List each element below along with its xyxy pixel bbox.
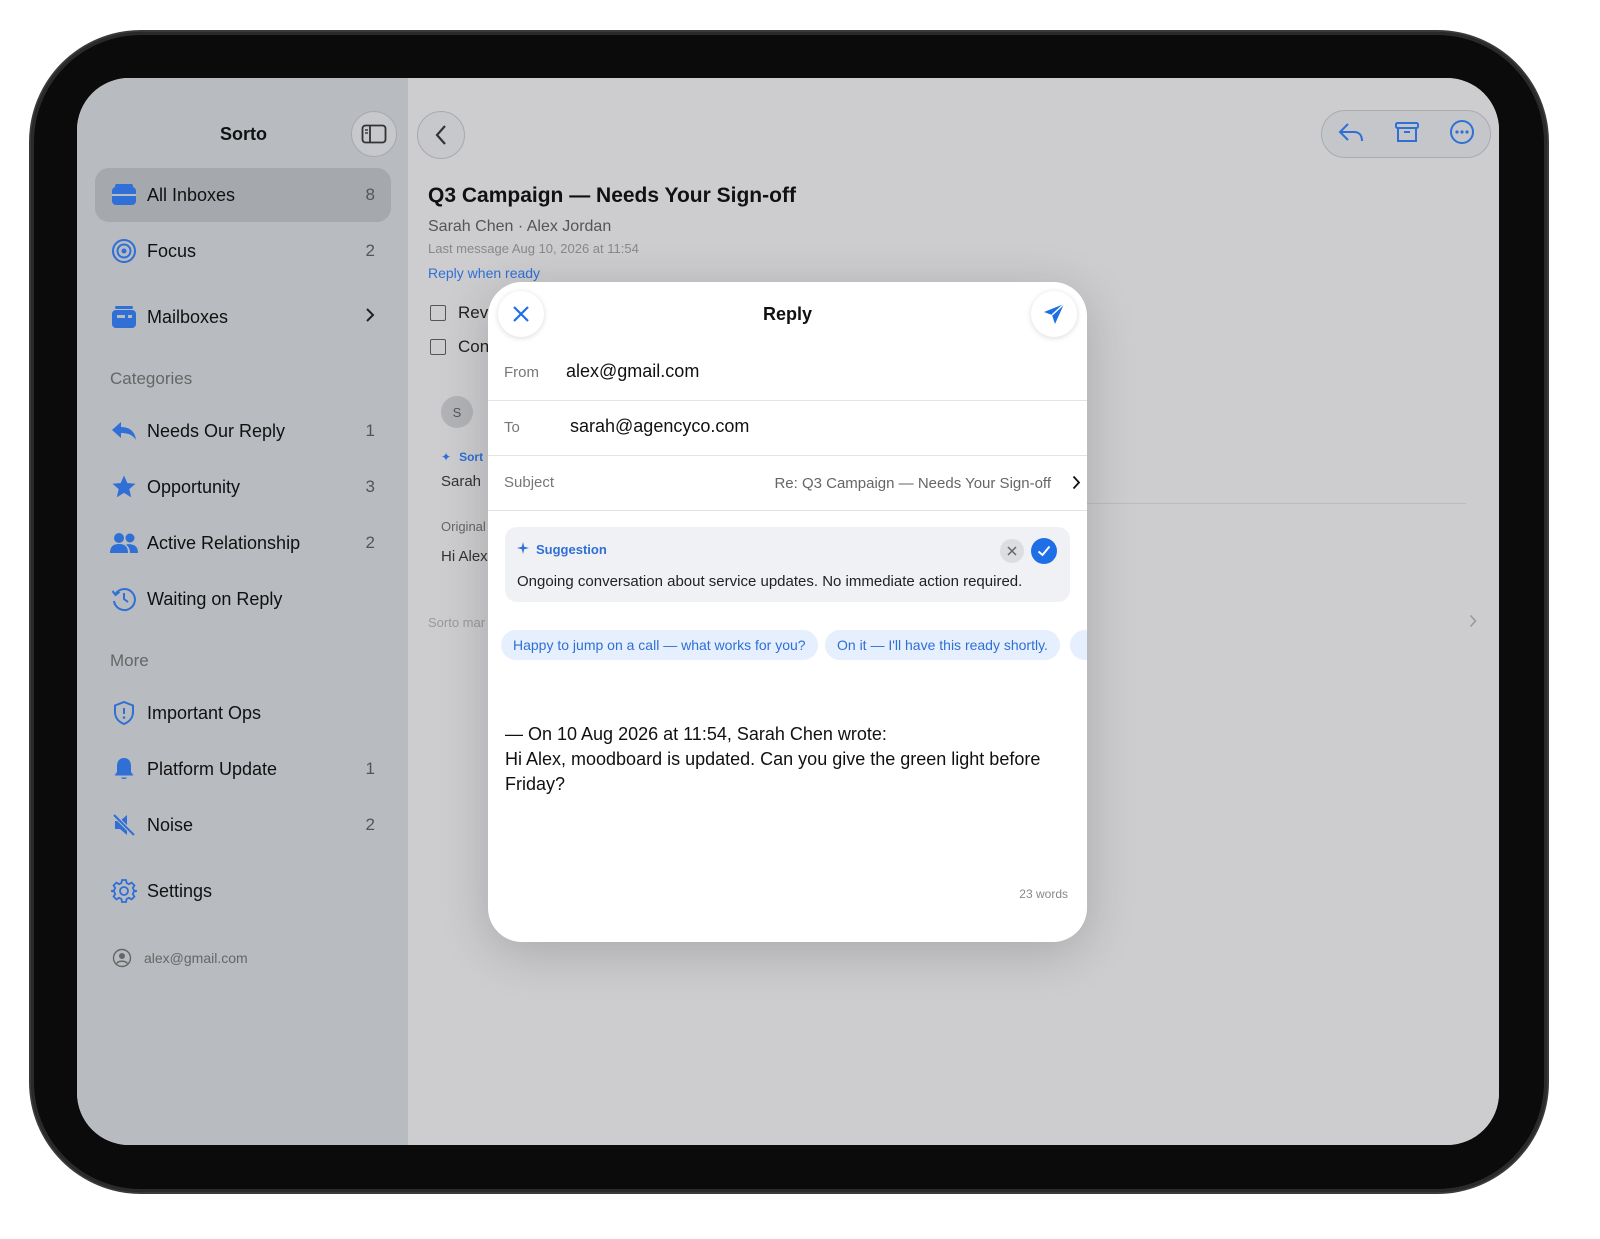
message-preview: Hi Alex,	[441, 548, 492, 565]
sidebar-item-mailboxes[interactable]: Mailboxes	[95, 290, 391, 344]
sidebar-item-settings[interactable]: Settings	[95, 864, 391, 918]
quick-reply-chip[interactable]: On it — I'll have this ready shortly.	[825, 630, 1060, 660]
more-options-button[interactable]	[1449, 119, 1475, 150]
ellipsis-circle-icon	[1450, 119, 1475, 144]
archive-icon	[1394, 121, 1419, 142]
sidebar-item-active-relationship[interactable]: Active Relationship 2	[95, 516, 391, 570]
suggestion-card: Suggestion Ongoing conversation about se…	[505, 527, 1070, 602]
suggestion-header: Suggestion	[517, 542, 607, 557]
thread-toolbar	[1321, 110, 1491, 158]
quote-body: Hi Alex, moodboard is updated. Can you g…	[505, 749, 1041, 794]
sidebar-item-waiting-on-reply[interactable]: Waiting on Reply	[95, 572, 391, 626]
send-button[interactable]	[1031, 291, 1077, 337]
archive-button[interactable]	[1394, 120, 1420, 149]
mailbox-icon	[109, 302, 139, 332]
task-checkbox[interactable]	[430, 339, 446, 355]
thread-last-message: Last message Aug 10, 2026 at 11:54	[428, 241, 639, 256]
subject-value: Re: Q3 Campaign — Needs Your Sign-off	[774, 475, 1051, 492]
thread-title: Q3 Campaign — Needs Your Sign-off	[428, 184, 796, 207]
sidebar-item-platform-update[interactable]: Platform Update 1	[95, 742, 391, 796]
subject-field[interactable]: Subject Re: Q3 Campaign — Needs Your Sig…	[488, 456, 1087, 511]
to-value: sarah@agencyco.com	[570, 416, 750, 436]
original-label: Original	[441, 519, 486, 534]
reply-arrow-icon	[1338, 122, 1363, 141]
reply-toolbar-button[interactable]	[1337, 120, 1365, 149]
thread-participants: Sarah Chen · Alex Jordan	[428, 218, 612, 235]
sidebar: Sorto All Inboxes 8 Focus 2 Mailboxes Ca…	[77, 78, 408, 1145]
message-sender: Sarah	[441, 473, 482, 490]
to-label: To	[504, 419, 520, 436]
subject-label: Subject	[504, 474, 555, 491]
sidebar-item-noise[interactable]: Noise 2	[95, 798, 391, 852]
person-circle-icon	[110, 946, 134, 970]
thread-status-link[interactable]: Reply when ready	[428, 265, 540, 281]
task-label: Con	[458, 337, 490, 356]
gear-icon	[109, 876, 139, 906]
from-label: From	[504, 364, 539, 381]
chevron-right-icon[interactable]	[1469, 614, 1477, 633]
dismiss-suggestion-button[interactable]	[1000, 539, 1024, 563]
star-icon	[109, 472, 139, 502]
sheet-title: Reply	[762, 304, 813, 324]
from-field[interactable]: From alex@gmail.com	[488, 346, 1087, 401]
speaker-mute-icon	[109, 810, 139, 840]
sidebar-item-opportunity[interactable]: Opportunity 3	[95, 460, 391, 514]
categories-header: Categories	[110, 369, 193, 388]
sidebar-item-important-ops[interactable]: Important Ops	[95, 686, 391, 740]
task-checkbox[interactable]	[430, 305, 446, 321]
word-count: 23 words	[1019, 887, 1068, 901]
app-title: Sorto	[220, 124, 267, 144]
suggestion-text: Ongoing conversation about service updat…	[517, 573, 1023, 590]
sidebar-item-focus[interactable]: Focus 2	[95, 224, 391, 278]
reply-sheet: Reply From alex@gmail.com To sarah@agenc…	[488, 282, 1087, 942]
app-screen: Sorto All Inboxes 8 Focus 2 Mailboxes Ca…	[77, 78, 1499, 1145]
account-email: alex@gmail.com	[144, 950, 248, 966]
task-label: Rev	[458, 303, 489, 322]
chevron-left-icon	[435, 125, 446, 145]
reply-icon	[109, 416, 139, 446]
back-button[interactable]	[417, 111, 465, 159]
sidebar-icon	[361, 124, 387, 144]
sparkle-icon	[517, 542, 529, 557]
toggle-sidebar-button[interactable]	[351, 111, 397, 157]
paper-plane-icon	[1044, 303, 1065, 324]
account-row[interactable]: alex@gmail.com	[110, 946, 248, 970]
to-field[interactable]: To sarah@agencyco.com	[488, 401, 1087, 456]
target-icon	[109, 236, 139, 266]
sorto-tag: ✦ Sort	[441, 450, 484, 464]
quote-header: — On 10 Aug 2026 at 11:54, Sarah Chen wr…	[505, 724, 887, 744]
quick-reply-chip-overflow[interactable]	[1070, 630, 1087, 660]
people-icon	[109, 528, 139, 558]
bell-icon	[109, 754, 139, 784]
footer-text: Sorto mar	[428, 615, 486, 630]
more-header: More	[110, 651, 149, 670]
quoted-message[interactable]: — On 10 Aug 2026 at 11:54, Sarah Chen wr…	[505, 722, 1065, 797]
avatar: S	[441, 396, 473, 428]
divider	[1086, 503, 1466, 504]
tray-icon	[109, 180, 139, 210]
chevron-right-icon	[1072, 475, 1081, 495]
shield-icon	[109, 698, 139, 728]
clock-history-icon	[109, 584, 139, 614]
sparkle-icon: ✦	[441, 450, 452, 464]
accept-suggestion-button[interactable]	[1031, 538, 1057, 564]
checkmark-icon	[1037, 545, 1051, 557]
from-value: alex@gmail.com	[566, 361, 700, 381]
sidebar-item-all-inboxes[interactable]: All Inboxes 8	[95, 168, 391, 222]
chevron-right-icon	[365, 307, 375, 328]
sidebar-item-needs-our-reply[interactable]: Needs Our Reply 1	[95, 404, 391, 458]
quick-reply-chip[interactable]: Happy to jump on a call — what works for…	[501, 630, 818, 660]
close-icon	[1007, 546, 1017, 556]
